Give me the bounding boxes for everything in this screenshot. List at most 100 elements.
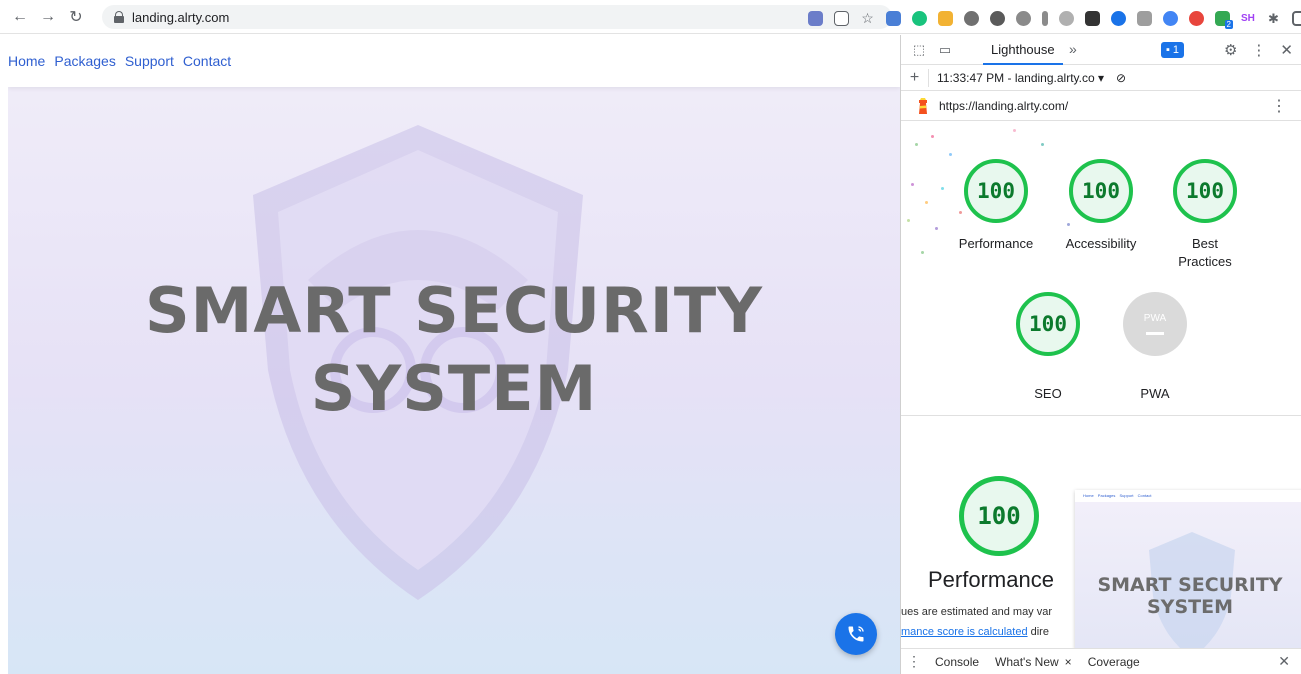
close-tab-icon[interactable]: × (1065, 655, 1072, 669)
extension-icon[interactable] (1163, 10, 1178, 26)
devtools-tabbar: ⬚ ▭ Lighthouse » ▪ 1 ⚙ ⋮ ✕ (901, 35, 1301, 65)
extension-icon[interactable] (938, 10, 953, 26)
performance-score-gauge[interactable]: 100 (964, 159, 1028, 223)
thumbnail-nav-item: Support (1119, 493, 1134, 498)
adblock-icon[interactable] (1189, 10, 1204, 26)
confetti-dot (907, 219, 910, 222)
confetti-dot (941, 187, 944, 190)
confetti-dot (921, 251, 924, 254)
issues-badge[interactable]: ▪ 1 (1161, 42, 1185, 58)
back-icon[interactable]: ← (8, 5, 32, 29)
accessibility-score: 100 (1082, 179, 1120, 203)
performance-score: 100 (977, 179, 1015, 203)
bookmark-star-icon[interactable]: ☆ (860, 10, 875, 26)
window-icon[interactable] (1291, 10, 1301, 26)
accessibility-label: Accessibility (1065, 236, 1137, 251)
translate-icon[interactable] (808, 10, 823, 26)
sh-extension-label[interactable]: SH (1241, 13, 1255, 24)
confetti-dot (931, 135, 934, 138)
confetti-dot (925, 201, 928, 204)
drawer-tab-whats-new-label: What's New (995, 654, 1059, 669)
issues-icon: ▪ (1166, 44, 1170, 56)
address-bar[interactable]: landing.alrty.com (102, 5, 892, 29)
lock-icon (114, 11, 124, 23)
nav-contact-link[interactable]: Contact (183, 53, 231, 69)
drawer-tab-whats-new[interactable]: What's New × (987, 655, 1080, 669)
call-button[interactable] (835, 613, 877, 655)
tab-lighthouse[interactable]: Lighthouse (983, 35, 1063, 65)
site-nav: Home Packages Support Contact (8, 35, 900, 87)
more-tabs-icon[interactable]: » (1069, 41, 1077, 57)
extension-icon[interactable] (1042, 10, 1048, 26)
drawer-tab-console[interactable]: Console (927, 655, 987, 669)
extension-icons: ☆ 2 SH ✱ ⋮ (808, 8, 1301, 29)
settings-gear-icon[interactable]: ⚙ (1224, 41, 1237, 59)
confetti-dot (949, 153, 952, 156)
close-devtools-icon[interactable]: ✕ (1280, 41, 1293, 59)
performance-label: Performance (958, 236, 1034, 251)
device-toolbar-icon[interactable]: ▭ (937, 42, 953, 58)
nav-home-link[interactable]: Home (8, 53, 45, 69)
report-url: https://landing.alrty.com/ (939, 98, 1069, 113)
drawer-tab-coverage-label: Coverage (1087, 654, 1140, 669)
nav-support-link[interactable]: Support (125, 53, 174, 69)
devtools-drawer: ⋮ Console What's New × Coverage ✕ (901, 648, 1301, 674)
accessibility-score-gauge[interactable]: 100 (1069, 159, 1133, 223)
devtools-panel: ⬚ ▭ Lighthouse » ▪ 1 ⚙ ⋮ ✕ + 11:33:47 PM… (900, 35, 1301, 674)
puzzle-icon[interactable]: ✱ (1266, 11, 1281, 26)
grammarly-icon[interactable] (912, 10, 927, 26)
lighthouse-toolbar: + 11:33:47 PM - landing.alrty.co ▾ ⊘ (901, 65, 1301, 91)
share-icon[interactable] (834, 10, 849, 26)
report-menu-icon[interactable]: ⋮ (1271, 96, 1287, 116)
lighthouse-report: 100 Performance 100 Accessibility 100 Be… (901, 123, 1301, 648)
best-practices-score-gauge[interactable]: 100 (1173, 159, 1237, 223)
nav-packages-link[interactable]: Packages (54, 53, 115, 69)
extension-icon[interactable] (1111, 10, 1126, 26)
thumbnail-nav-item: Home (1083, 493, 1094, 498)
forward-icon[interactable]: → (36, 5, 60, 29)
address-url: landing.alrty.com (132, 9, 230, 25)
web-page: Home Packages Support Contact SMART SECU… (8, 35, 900, 674)
drawer-tab-coverage[interactable]: Coverage (1080, 655, 1148, 669)
extension-icon[interactable] (1016, 10, 1031, 26)
issues-count: 1 (1172, 44, 1180, 56)
thumbnail-hero-line-2: SYSTEM (1147, 596, 1233, 618)
best-practices-score: 100 (1186, 179, 1224, 203)
close-drawer-icon[interactable]: ✕ (1278, 653, 1290, 670)
extension-icon[interactable] (1085, 10, 1100, 26)
new-report-icon[interactable]: + (901, 68, 929, 87)
extension-icon[interactable] (964, 10, 979, 26)
score-calculated-link[interactable]: mance score is calculated (901, 626, 1028, 638)
performance-link-row: mance score is calculated dire (901, 626, 1049, 638)
extension-icon[interactable] (1137, 10, 1152, 26)
pwa-dash-icon (1146, 332, 1164, 335)
extension-badge-count: 2 (1224, 19, 1233, 29)
page-screenshot-thumbnail[interactable]: Home Packages Support Contact SMART SECU… (1075, 490, 1301, 648)
thumbnail-nav-item: Contact (1137, 493, 1152, 498)
screen: ← → ↻ landing.alrty.com ☆ 2 SH ✱ Home Pa… (0, 0, 1301, 674)
seo-score-gauge[interactable]: 100 (1016, 292, 1080, 356)
confetti-dot (935, 227, 938, 230)
seo-label: SEO (1034, 386, 1062, 401)
extension-icon[interactable] (886, 10, 901, 26)
pwa-score-gauge[interactable]: PWA (1123, 292, 1187, 356)
report-select[interactable]: 11:33:47 PM - landing.alrty.co ▾ (937, 71, 1104, 85)
drawer-menu-icon[interactable]: ⋮ (901, 653, 927, 670)
performance-detail-score: 100 (977, 502, 1021, 530)
devtools-menu-icon[interactable]: ⋮ (1251, 41, 1266, 59)
extension-icon[interactable] (990, 10, 1005, 26)
extension-badge-icon[interactable]: 2 (1215, 10, 1233, 29)
reload-icon[interactable]: ↻ (64, 5, 88, 29)
inspect-element-icon[interactable]: ⬚ (911, 42, 927, 58)
thumbnail-hero-line-1: SMART SECURITY (1097, 574, 1283, 596)
confetti-dot (1041, 143, 1044, 146)
confetti-dot (1013, 129, 1016, 132)
extension-icon[interactable] (1059, 10, 1074, 26)
confetti-dot (1067, 223, 1070, 226)
best-practices-label: Best Practices (1178, 236, 1232, 269)
thumbnail-hero: SMART SECURITY SYSTEM (1075, 574, 1301, 618)
performance-section-title: Performance (928, 567, 1054, 592)
pwa-badge: PWA (1143, 313, 1167, 324)
clear-reports-icon[interactable]: ⊘ (1116, 71, 1126, 85)
performance-detail-gauge: 100 (959, 476, 1039, 556)
